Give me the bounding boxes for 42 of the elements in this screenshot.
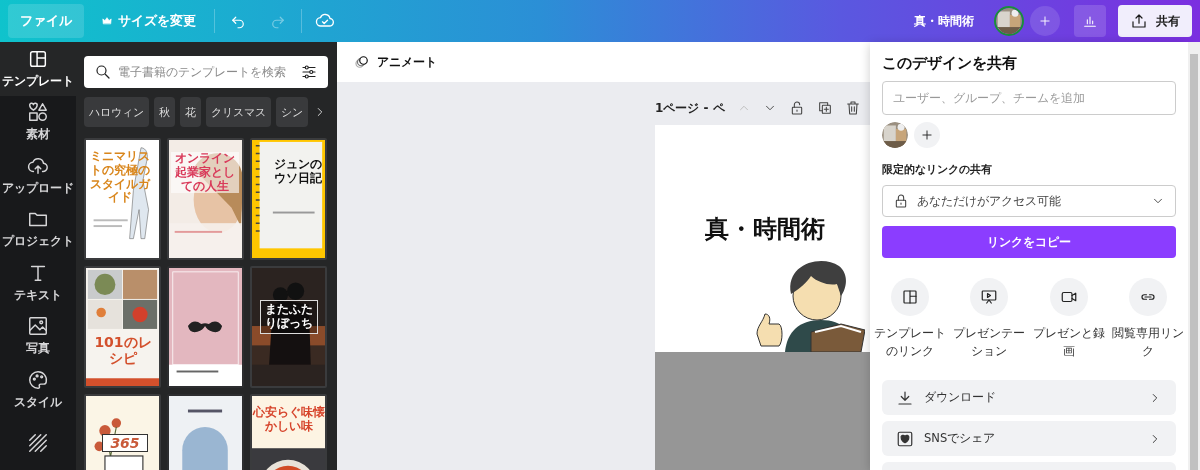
cover-title: またふたりぼっち [260,300,318,334]
share-option[interactable]: テンプレートのリンク [870,278,950,360]
share-action[interactable]: SNSでシェア [882,421,1176,456]
template-thumbnail[interactable]: またふたりぼっち [250,266,327,388]
template-thumbnail[interactable]: ジュンのウソ日記 [250,138,327,260]
filter-chip[interactable]: 秋 [154,97,175,127]
people-input-field[interactable]: ユーザー、グループ、チームを追加 [882,81,1176,115]
sidebar-item[interactable]: 写真 [0,309,76,363]
page-heading: 真・時間術 [705,214,825,245]
sidebar-item[interactable]: テンプレート [0,42,76,96]
filter-chip[interactable]: 花 [180,97,201,127]
share-option[interactable]: プレゼンと録画 [1029,278,1109,360]
section-heading: 限定的なリンクの共有 [882,162,993,177]
panel-title: このデザインを共有 [882,54,1018,73]
search-field[interactable]: 電子書籍のテンプレートを検索 [84,56,328,88]
share-action[interactable]: ダウンロード [882,380,1176,415]
share-option[interactable]: プレゼンテーション [949,278,1029,360]
access-dropdown[interactable]: あなただけがアクセス可能 [882,185,1176,217]
cover-title: ミニマリストの究極のスタイルガイド [89,150,151,206]
template-thumbnail[interactable]: 101のレシピ [84,266,161,388]
sidebar-item[interactable]: スタイル [0,363,76,417]
copy-link-button[interactable]: リンクをコピー [882,226,1176,258]
share-button[interactable]: 共有 [1118,5,1192,37]
sidebar-item[interactable]: 素材 [0,95,76,149]
template-thumbnail[interactable]: 心安らぐ味懐かしい味 [250,394,327,470]
filter-chip[interactable]: シン [276,97,308,127]
share-option[interactable]: 閲覧専用リンク [1108,278,1188,360]
filter-chip[interactable]: ハロウィン [84,97,149,127]
filter-chip[interactable]: クリスマス [206,97,271,127]
template-thumbnail[interactable]: オンライン起業家としての人生 [167,138,244,260]
cover-title: 365 [102,434,148,453]
cover-title: 心安らぐ味懐かしい味 [252,406,325,434]
design-title: 真・時間術 [914,12,974,30]
cover-title: 101のレシピ [93,334,153,367]
animate-button[interactable]: アニメート [347,52,443,72]
cover-title: オンライン起業家としての人生 [171,152,239,194]
cover-title: ジュンのウソ日記 [274,158,322,186]
sidebar-item[interactable]: テキスト [0,256,76,310]
template-thumbnail[interactable]: 365 [84,394,161,470]
sidebar-item[interactable]: アップロード [0,149,76,203]
sidebar-item[interactable]: プロジェクト [0,202,76,256]
page-label: 1ページ - ペ [655,99,725,117]
